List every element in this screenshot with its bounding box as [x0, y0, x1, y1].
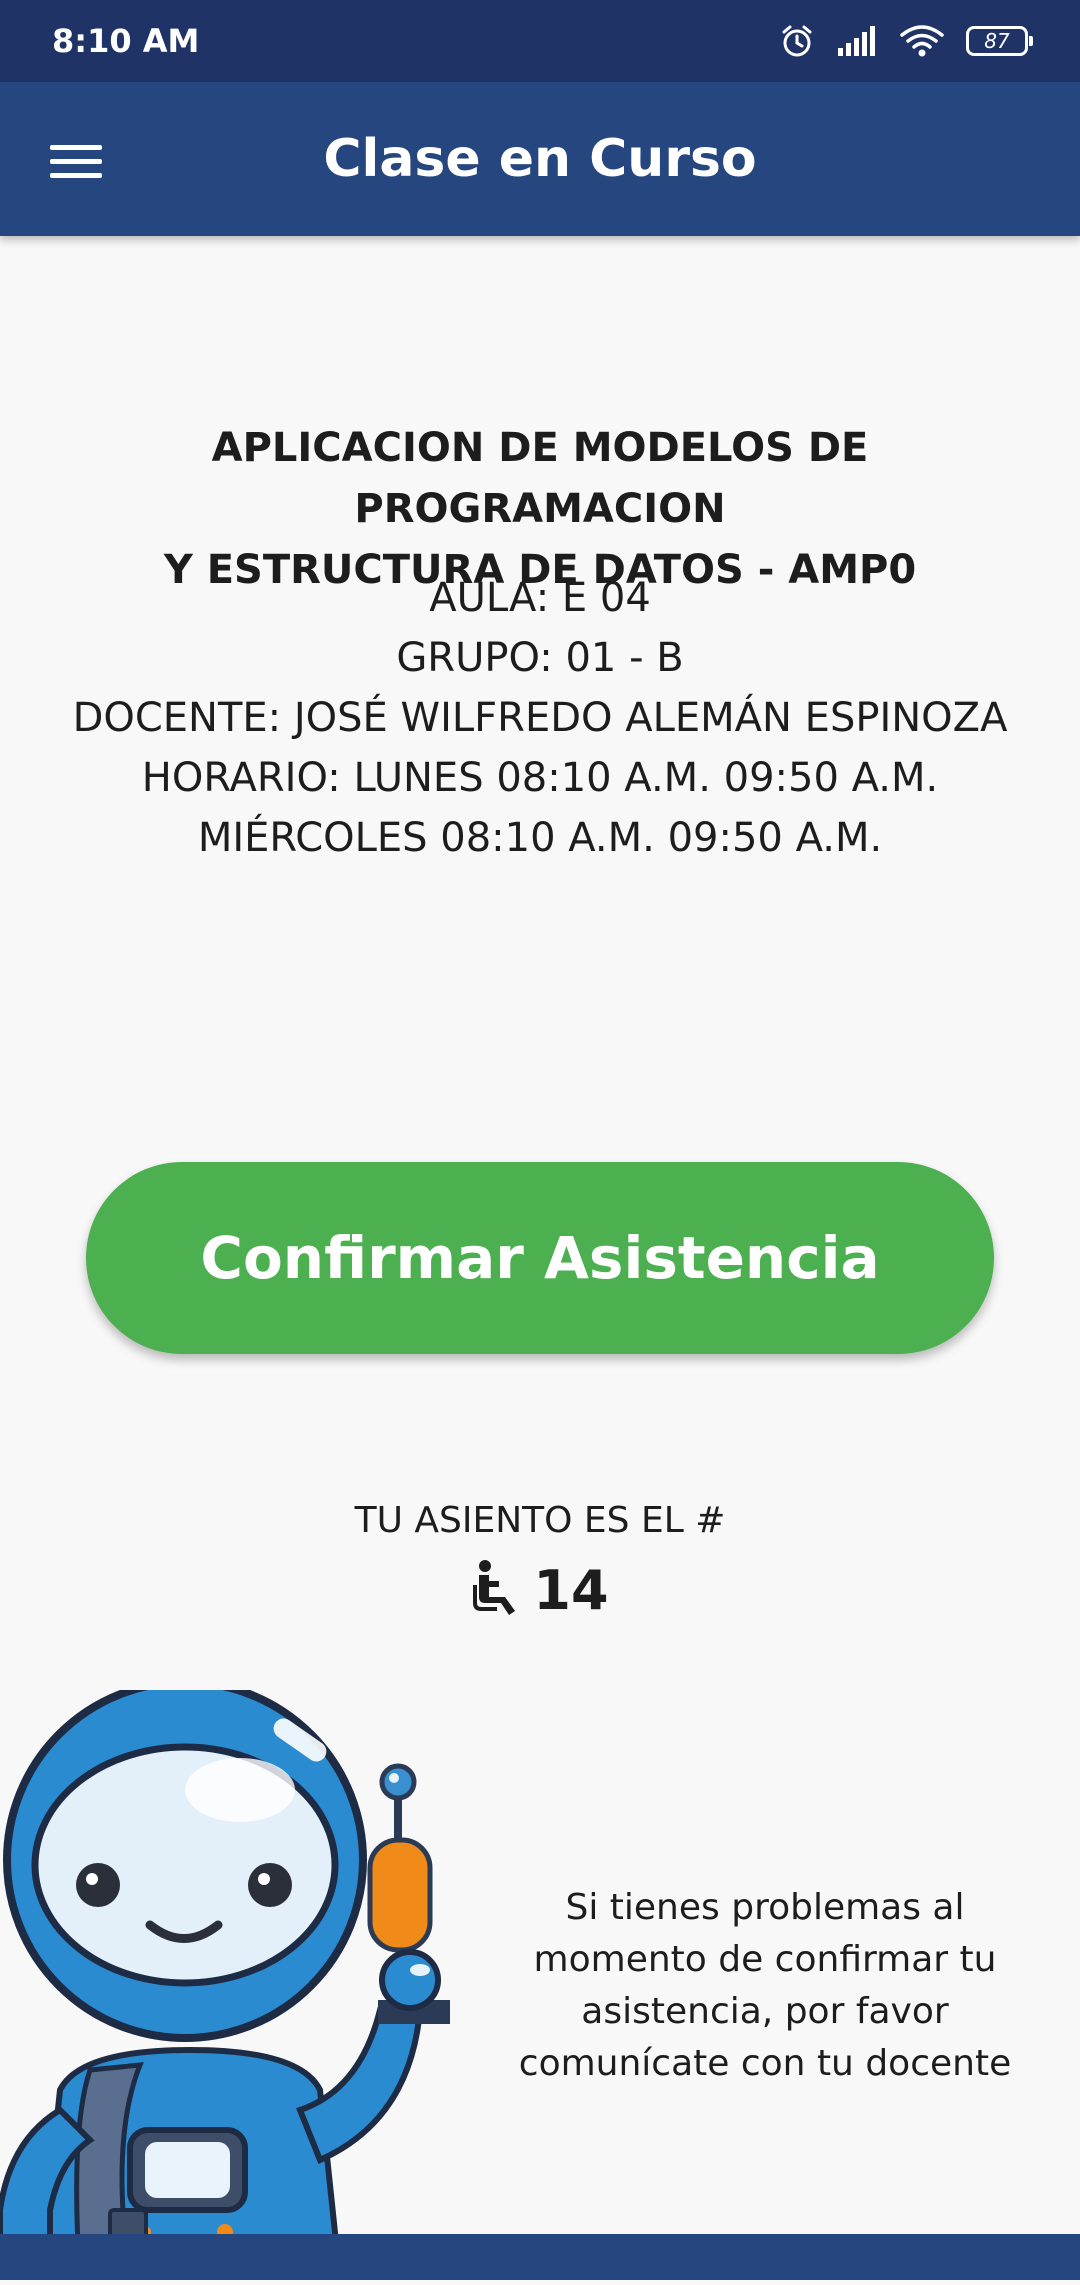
bottom-bar [0, 2234, 1080, 2280]
status-bar: 8:10 AM 87 [0, 0, 1080, 82]
robot-mascot-illustration [0, 1678, 470, 2285]
course-title-line: APLICACION DE MODELOS DE PROGRAMACION [211, 425, 869, 532]
wifi-icon [900, 25, 944, 57]
seat-number: 14 [533, 1558, 609, 1622]
aula-text: AULA: E 04 [429, 575, 651, 621]
help-text-line: Si tienes problemas al [565, 1887, 965, 1928]
confirm-attendance-button[interactable]: Confirmar Asistencia [86, 1162, 994, 1354]
battery-icon: 87 [966, 26, 1033, 56]
app-bar: Clase en Curso [0, 82, 1080, 236]
horario-text-2: MIÉRCOLES 08:10 A.M. 09:50 A.M. [197, 815, 883, 861]
help-text: Si tienes problemas al momento de confir… [500, 1882, 1030, 2090]
seat-row: 14 [0, 1555, 1080, 1625]
seat-label: TU ASIENTO ES EL # [354, 1500, 726, 1541]
docente-text: DOCENTE: JOSÉ WILFREDO ALEMÁN ESPINOZA [72, 695, 1008, 741]
help-text-line: momento de confirmar tu [533, 1939, 997, 1980]
horario-text: HORARIO: LUNES 08:10 A.M. 09:50 A.M. [141, 755, 939, 801]
help-text-line: comunícate con tu docente [518, 2043, 1012, 2084]
signal-icon [836, 26, 878, 56]
alarm-icon [780, 24, 814, 58]
status-time: 8:10 AM [52, 22, 200, 60]
grupo-text: GRUPO: 01 - B [396, 635, 684, 681]
status-icons: 87 [780, 24, 1033, 58]
seat-icon [471, 1559, 519, 1622]
help-text-line: asistencia, por favor [581, 1991, 949, 2032]
page-title: Clase en Curso [323, 129, 757, 189]
course-details: AULA: E 04 GRUPO: 01 - B DOCENTE: JOSÉ W… [20, 568, 1060, 868]
